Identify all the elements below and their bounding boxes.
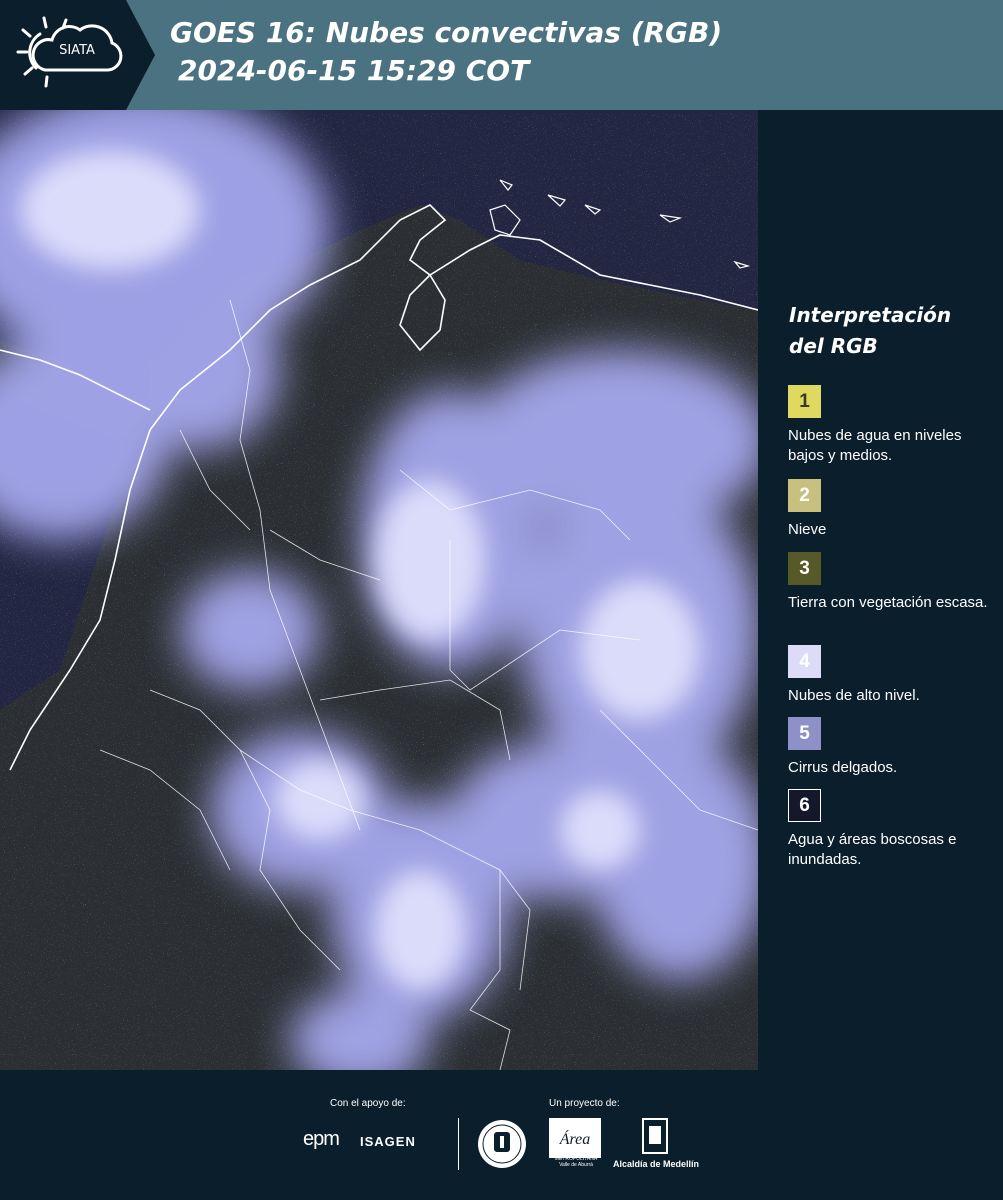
medellin-seal-icon	[478, 1120, 526, 1168]
legend-swatch-5: 5	[788, 717, 821, 750]
legend-swatch-2: 2	[788, 479, 821, 512]
legend-swatch-3: 3	[788, 552, 821, 585]
legend-label-6: Agua y áreas boscosas e inundadas.	[788, 831, 957, 868]
area-metropolitana-logo: Área	[549, 1118, 601, 1158]
legend-swatch-4: 4	[788, 645, 821, 678]
alcaldia-emblem-icon	[642, 1118, 668, 1154]
page-timestamp: 2024-06-15 15:29 COT	[178, 54, 530, 87]
support-caption: Con el apoyo de:	[330, 1098, 406, 1109]
satellite-map	[0, 110, 758, 1070]
area-logo-subtitle: METROPOLITANA Valle de Aburrá	[554, 1156, 598, 1168]
footer-bar: Con el apoyo de: Un proyecto de: epm ISA…	[0, 1070, 1003, 1200]
legend-item-5: 5 Cirrus delgados.	[788, 717, 998, 778]
legend-swatch-6: 6	[788, 789, 821, 822]
page-title: GOES 16: Nubes convectivas (RGB)	[170, 16, 723, 49]
satellite-image	[0, 110, 758, 1070]
area-logo-text: Área	[559, 1129, 591, 1148]
legend-label-3: Tierra con vegetación escasa.	[788, 594, 988, 611]
legend-title: Interpretación del RGB	[789, 303, 952, 358]
footer-divider	[458, 1118, 459, 1170]
alcaldia-logo-text: Alcaldía de Medellín	[613, 1159, 700, 1169]
epm-logo: epm	[303, 1128, 340, 1150]
header-bar: SIATA GOES 16: Nubes convectivas (RGB) 2…	[0, 0, 1003, 110]
legend-label-4: Nubes de alto nivel.	[788, 687, 920, 704]
legend-swatch-1: 1	[788, 385, 821, 418]
legend-item-3: 3 Tierra con vegetación escasa.	[788, 552, 998, 613]
legend-panel: Interpretación del RGB 1 Nubes de agua e…	[758, 110, 1003, 1070]
legend-item-1: 1 Nubes de agua en niveles bajos y medio…	[788, 385, 998, 466]
logo-text: SIATA	[59, 43, 95, 58]
legend-label-2: Nieve	[788, 521, 827, 538]
legend-item-4: 4 Nubes de alto nivel.	[788, 645, 998, 706]
legend-label-1: Nubes de agua en niveles bajos y medios.	[788, 427, 962, 464]
siata-logo: SIATA	[0, 0, 155, 110]
project-caption: Un proyecto de:	[549, 1098, 620, 1109]
isagen-logo: ISAGEN	[360, 1134, 416, 1149]
legend-label-5: Cirrus delgados.	[788, 759, 898, 776]
legend-item-6: 6 Agua y áreas boscosas e inundadas.	[788, 789, 998, 870]
legend-item-2: 2 Nieve	[788, 479, 998, 540]
